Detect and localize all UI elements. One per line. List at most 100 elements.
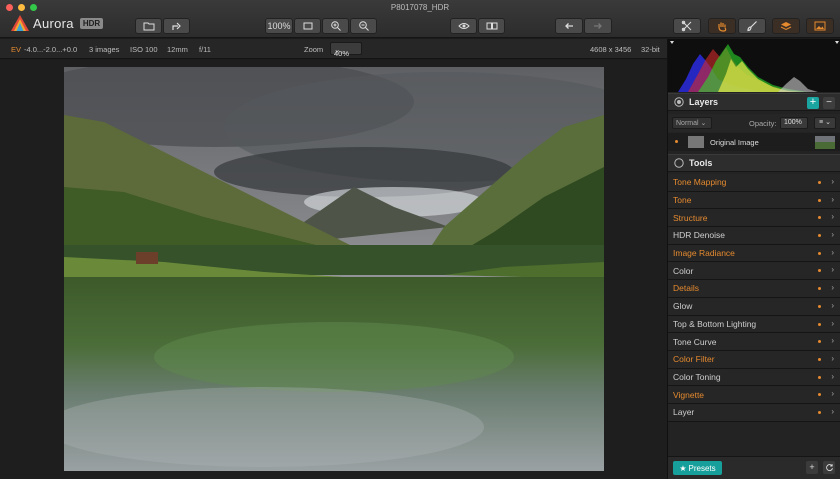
hand-icon <box>718 22 727 32</box>
share-button[interactable] <box>163 18 190 34</box>
chevron-right-icon: › <box>831 300 834 310</box>
layer-visibility-icon[interactable] <box>675 140 678 143</box>
zoom-in-button[interactable] <box>322 18 349 34</box>
remove-layer-button[interactable]: − <box>823 97 835 109</box>
tool-name: Structure <box>673 212 708 223</box>
tool-details[interactable]: Details › <box>668 280 840 298</box>
presets-button[interactable]: ★ Presets <box>673 461 722 475</box>
tool-name: Top & Bottom Lighting <box>673 318 757 329</box>
tools-header[interactable]: Tools <box>668 154 840 172</box>
brush-icon <box>747 21 757 32</box>
ev-label: EV <box>11 45 22 54</box>
tool-name: Details <box>673 283 699 294</box>
image-canvas[interactable] <box>0 60 667 479</box>
star-icon: ★ <box>679 463 687 473</box>
tool-name: HDR Denoise <box>673 230 725 241</box>
histogram <box>668 39 840 92</box>
image-icon <box>814 21 826 31</box>
tool-active-dot-icon <box>818 216 821 220</box>
tool-color-filter[interactable]: Color Filter › <box>668 350 840 369</box>
open-button[interactable] <box>135 18 162 34</box>
tool-vignette[interactable]: Vignette › <box>668 386 840 404</box>
zoom-select[interactable]: 40% ⌄ <box>330 42 362 58</box>
presets-label: Presets <box>688 463 716 473</box>
brush-tool-button[interactable] <box>738 18 766 34</box>
blend-mode-select[interactable]: Normal ⌄ <box>672 117 712 129</box>
image-info-bar: EV -4.0...-2.0...+0.0 3 images ISO 100 1… <box>0 39 667 59</box>
refresh-icon <box>825 464 833 472</box>
tool-name: Tone <box>673 195 692 206</box>
tool-name: Color Filter <box>673 354 715 365</box>
redo-button[interactable] <box>584 18 612 34</box>
tool-hdr-denoise[interactable]: HDR Denoise › <box>668 227 840 245</box>
tool-color[interactable]: Color › <box>668 262 840 281</box>
compare-icon <box>486 22 497 30</box>
image-dimensions: 4608 x 3456 <box>590 45 632 54</box>
panel-bottom-bar: ★ Presets + <box>668 456 840 479</box>
tool-color-toning[interactable]: Color Toning › <box>668 368 840 387</box>
tool-image-radiance[interactable]: Image Radiance › <box>668 244 840 263</box>
tool-layer[interactable]: Layer › <box>668 403 840 422</box>
blend-mode-value: Normal <box>676 120 699 127</box>
tool-active-dot-icon <box>818 234 821 238</box>
tool-name: Tone Mapping <box>673 177 727 188</box>
folder-icon <box>143 22 154 31</box>
tool-name: Vignette <box>673 389 705 400</box>
add-layer-button[interactable]: + <box>807 97 819 109</box>
layer-menu-button[interactable]: ≡ ⌄ <box>814 117 836 129</box>
crop-icon <box>681 20 692 32</box>
tool-tone[interactable]: Tone › <box>668 191 840 210</box>
chevron-right-icon: › <box>831 371 834 381</box>
app-logo: Aurora HDR <box>11 15 104 31</box>
aperture: f/11 <box>199 45 211 54</box>
focal-length: 12mm <box>167 45 188 54</box>
iso-value: ISO 100 <box>130 45 158 54</box>
zoom-out-button[interactable] <box>350 18 377 34</box>
layer-name: Original Image <box>710 138 759 147</box>
chevron-right-icon: › <box>831 212 834 222</box>
tool-tone-curve[interactable]: Tone Curve › <box>668 333 840 351</box>
opacity-select[interactable]: 100% <box>780 117 808 129</box>
tool-active-dot-icon <box>818 287 821 291</box>
tool-active-dot-icon <box>818 340 821 344</box>
layer-image-thumbnail <box>815 136 835 149</box>
tool-name: Tone Curve <box>673 336 717 347</box>
tool-glow[interactable]: Glow › <box>668 297 840 316</box>
app-badge: HDR <box>79 17 104 29</box>
zoom-label: Zoom <box>304 45 324 54</box>
undo-button[interactable] <box>555 18 583 34</box>
tool-active-dot-icon <box>818 269 821 273</box>
reset-button[interactable] <box>823 461 835 474</box>
image-view-button[interactable] <box>806 18 834 34</box>
tool-tone-mapping[interactable]: Tone Mapping › <box>668 174 840 192</box>
hdr-photo[interactable] <box>64 67 604 471</box>
chevron-right-icon: › <box>831 265 834 275</box>
chevron-right-icon: › <box>831 177 834 186</box>
tool-active-dot-icon <box>818 375 821 379</box>
layers-view-button[interactable] <box>772 18 800 34</box>
crop-button[interactable] <box>673 18 701 34</box>
tool-active-dot-icon <box>818 181 821 184</box>
fit-button[interactable] <box>294 18 321 34</box>
hand-tool-button[interactable] <box>708 18 736 34</box>
layers-header[interactable]: Layers + − <box>668 93 840 111</box>
tool-top-bottom-lighting[interactable]: Top & Bottom Lighting › <box>668 315 840 334</box>
preview-button[interactable] <box>450 18 477 34</box>
tool-name: Glow <box>673 301 693 312</box>
zoom-100-button[interactable]: 100% <box>265 18 293 34</box>
aurora-logo-icon <box>11 15 29 31</box>
tool-active-dot-icon <box>818 198 821 202</box>
image-count: 3 images <box>89 45 120 54</box>
tool-active-dot-icon <box>818 251 821 255</box>
bit-depth: 32-bit <box>641 45 660 54</box>
add-preset-button[interactable]: + <box>806 461 818 474</box>
layer-row[interactable]: Original Image <box>668 133 840 151</box>
compare-button[interactable] <box>478 18 505 34</box>
tool-name: Image Radiance <box>673 248 735 259</box>
chevron-right-icon: › <box>831 353 834 363</box>
zoom-value: 40% <box>334 49 350 58</box>
layers-title: Layers <box>689 97 719 107</box>
share-icon <box>171 22 181 30</box>
tool-name: Color Toning <box>673 371 721 382</box>
tool-structure[interactable]: Structure › <box>668 209 840 228</box>
